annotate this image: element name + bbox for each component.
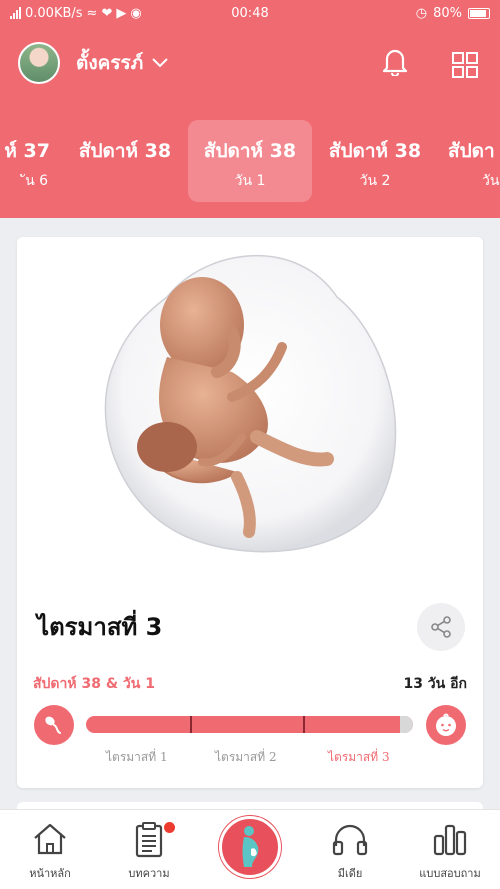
tab-survey[interactable]: แบบสอบถาม — [405, 810, 495, 889]
youtube-icon: ▶ — [116, 5, 127, 21]
wifi-icon: ≈ — [86, 5, 98, 21]
week-tab-selected[interactable]: สัปดาห์ 38 วัน 1 — [188, 120, 312, 202]
week-tab[interactable]: สัปดา วัน — [438, 120, 500, 202]
trimester-divider — [303, 716, 305, 733]
pregnancy-center-button[interactable] — [219, 816, 281, 878]
pregnancy-progress-bar — [86, 716, 413, 733]
battery-icon — [468, 7, 490, 19]
signal-icon — [10, 7, 21, 19]
week-tab[interactable]: ห์ 37 ัน 6 — [0, 120, 62, 202]
alarm-icon: ◷ — [415, 5, 428, 21]
week-tab-week: สัปดาห์ 38 — [78, 140, 172, 162]
conception-marker — [34, 705, 74, 745]
current-week-day: สัปดาห์ 38 & วัน 1 — [33, 676, 155, 692]
tab-survey-label: แบบสอบถาม — [419, 867, 481, 880]
trimester-label: ไตรมาสที่ 2 — [215, 750, 277, 764]
progress-remaining — [399, 716, 413, 733]
share-button[interactable] — [417, 603, 465, 651]
birth-marker — [426, 705, 466, 745]
trimester-label: ไตรมาสที่ 1 — [106, 750, 168, 764]
pregnancy-icon — [242, 826, 259, 867]
tab-articles-label: บทความ — [128, 867, 170, 880]
facebook-icon: ◉ — [130, 5, 142, 21]
week-tab[interactable]: สัปดาห์ 38 วัน 2 — [313, 120, 437, 202]
network-speed: 0.00KB/s — [25, 5, 83, 21]
battery-level: 80% — [433, 5, 462, 21]
week-tab-day: วัน — [482, 173, 500, 189]
week-selector: ห์ 37 ัน 6 สัปดาห์ 38 สัปดาห์ 38 วัน 1 ส… — [0, 120, 500, 204]
week-tab-week: สัปดา — [448, 140, 495, 162]
grid-icon[interactable] — [452, 52, 478, 78]
baby-icon — [436, 713, 456, 736]
profile-switcher[interactable]: ตั้งครรภ์ — [18, 42, 169, 84]
status-time: 00:48 — [231, 5, 269, 21]
sperm-icon — [45, 716, 61, 734]
article-icon — [135, 822, 163, 858]
home-icon — [34, 823, 66, 855]
share-icon — [431, 616, 451, 638]
tab-articles[interactable]: บทความ — [104, 810, 194, 889]
tab-media-label: มีเดีย — [337, 867, 363, 880]
status-bar: 0.00KB/s ≈ ❤ ▶ ◉ 00:48 ◷ 80% — [0, 0, 500, 26]
headphones-icon — [332, 824, 368, 856]
fetus-image — [17, 237, 483, 586]
chevron-down-icon — [152, 58, 168, 68]
app-header: ตั้งครรภ์ ห์ 37 ัน 6 สัปดาห์ 38 สัปดาห์ … — [0, 26, 500, 218]
trimester-label-current: ไตรมาสที่ 3 — [328, 750, 390, 764]
week-tab-week: สัปดาห์ 38 — [203, 140, 297, 162]
profile-name: ตั้งครรภ์ — [76, 52, 144, 74]
tab-home[interactable]: หน้าหลัก — [5, 810, 95, 889]
week-tab-day: วัน 1 — [234, 173, 266, 189]
avatar — [18, 42, 60, 84]
chart-icon — [433, 824, 467, 856]
week-tab-week: ห์ 37 — [4, 140, 50, 162]
week-tab-day: วัน 2 — [359, 173, 391, 189]
week-tab-week: สัปดาห์ 38 — [328, 140, 422, 162]
trimester-divider — [190, 716, 192, 733]
week-tab-day: ัน 6 — [25, 173, 48, 189]
tab-home-label: หน้าหลัก — [29, 867, 71, 880]
week-tab[interactable]: สัปดาห์ 38 — [63, 120, 187, 202]
bell-icon[interactable] — [381, 46, 409, 76]
article-notification-badge — [164, 822, 175, 833]
trimester-title: ไตรมาสที่ 3 — [37, 613, 163, 641]
tab-media[interactable]: มีเดีย — [305, 810, 395, 889]
heart-icon: ❤ — [101, 5, 113, 21]
days-remaining: 13 วัน อีก — [403, 676, 467, 692]
trimester-card: ไตรมาสที่ 3 สัปดาห์ 38 & วัน 1 13 วัน อี… — [17, 237, 483, 788]
